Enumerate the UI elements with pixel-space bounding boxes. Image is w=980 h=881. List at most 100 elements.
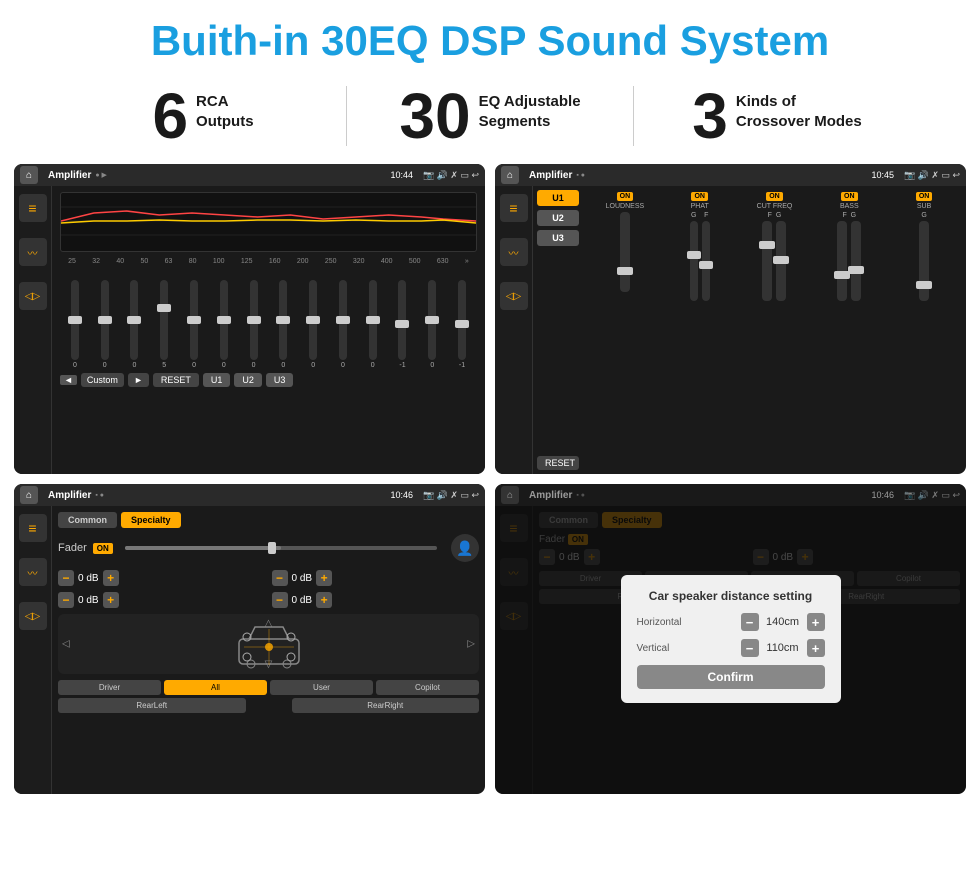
time-2: 10:45: [871, 170, 894, 180]
ch-phat-slider-f[interactable]: [702, 221, 710, 301]
fader-header: Fader ON 👤: [58, 534, 479, 562]
time-3: 10:46: [390, 490, 413, 500]
eq-vol-btn[interactable]: ◁▷: [19, 282, 47, 310]
plus-bottomleft[interactable]: +: [103, 592, 119, 608]
dialog-row-vertical: Vertical − 110cm +: [637, 639, 825, 657]
ch-sub-on[interactable]: ON: [916, 192, 933, 201]
eq-graph: [60, 192, 477, 252]
fader-wave-btn[interactable]: 〰: [19, 558, 47, 586]
btn-rearleft[interactable]: RearLeft: [58, 698, 246, 713]
screens-grid: ⌂ Amplifier ● ▶ 10:44 📷 🔊 ✗ ▭ ↩ ≡ 〰 ◁▷: [0, 160, 980, 804]
amp-wave-btn[interactable]: 〰: [500, 238, 528, 266]
amp-preset-btn[interactable]: ≡: [500, 194, 528, 222]
dialog-box: Car speaker distance setting Horizontal …: [621, 575, 841, 703]
btn-copilot[interactable]: Copilot: [376, 680, 479, 695]
dialog-confirm-btn[interactable]: Confirm: [637, 665, 825, 689]
stat-number-rca: 6: [152, 84, 188, 148]
ch-phat-slider-g[interactable]: [690, 221, 698, 301]
minus-topright[interactable]: −: [272, 570, 288, 586]
time-1: 10:44: [390, 170, 413, 180]
stat-rca: 6 RCAOutputs: [60, 84, 346, 148]
amp-vol-btn[interactable]: ◁▷: [500, 282, 528, 310]
status-dot-2: ▪ ●: [576, 172, 585, 179]
eq-sliders: 0 0 0 5 0: [60, 269, 477, 369]
dialog-horizontal-minus[interactable]: −: [741, 613, 759, 631]
preset-u2[interactable]: U2: [537, 210, 579, 226]
ch-phat-on[interactable]: ON: [691, 192, 708, 201]
eq-prev-btn[interactable]: ◄: [60, 375, 77, 385]
dialog-vertical-label: Vertical: [637, 643, 670, 654]
preset-u3[interactable]: U3: [537, 230, 579, 246]
stat-crossover: 3 Kinds ofCrossover Modes: [634, 84, 920, 148]
ch-cutfreq-slider[interactable]: [762, 221, 772, 301]
home-icon-1[interactable]: ⌂: [20, 166, 38, 184]
amp-screen2: ⌂ Amplifier ▪ ● 10:45 📷 🔊 ✗ ▭ ↩ ≡ 〰 ◁▷ U…: [495, 164, 966, 474]
eq-preset-btn[interactable]: ≡: [19, 194, 47, 222]
ch-bass-slider[interactable]: [837, 221, 847, 301]
amp-presets: U1 U2 U3 RESET: [533, 186, 583, 474]
fader-main: Common Specialty Fader ON 👤: [52, 506, 485, 794]
eq-wave-btn[interactable]: 〰: [19, 238, 47, 266]
slider-col-8: 0: [279, 280, 287, 369]
dialog-vertical-ctrl: − 110cm +: [741, 639, 825, 657]
stat-label-crossover: Kinds ofCrossover Modes: [736, 84, 862, 131]
slider-col-11: 0: [369, 280, 377, 369]
fader-screen: ⌂ Amplifier ▪ ● 10:46 📷 🔊 ✗ ▭ ↩ ≡ 〰 ◁▷ C…: [14, 484, 485, 794]
vol-bottomright: − 0 dB +: [272, 592, 480, 608]
vol-bottomleft: − 0 dB +: [58, 592, 266, 608]
channel-grid: ON LOUDNESS ON PHAT G F: [587, 190, 962, 303]
ch-loudness-on[interactable]: ON: [617, 192, 634, 201]
stat-eq: 30 EQ AdjustableSegments: [347, 84, 633, 148]
home-icon-3[interactable]: ⌂: [20, 486, 38, 504]
minus-bottomright[interactable]: −: [272, 592, 288, 608]
eq-next-btn[interactable]: ►: [128, 373, 149, 387]
fader-preset-btn[interactable]: ≡: [19, 514, 47, 542]
stat-number-eq: 30: [399, 84, 470, 148]
dialog-title: Car speaker distance setting: [637, 589, 825, 603]
vol-val-bottomleft: 0 dB: [78, 595, 99, 606]
ch-loudness-slider[interactable]: [620, 212, 630, 292]
dialog-horizontal-plus[interactable]: +: [807, 613, 825, 631]
eq-u1-btn[interactable]: U1: [203, 373, 231, 387]
vol-val-bottomright: 0 dB: [292, 595, 313, 606]
slider-col-6: 0: [220, 280, 228, 369]
slider-col-5: 0: [190, 280, 198, 369]
slider-col-13: 0: [428, 280, 436, 369]
vol-topleft: − 0 dB +: [58, 570, 266, 586]
ch-bass-slider2[interactable]: [851, 221, 861, 301]
eq-reset-btn[interactable]: RESET: [153, 373, 199, 387]
eq-main: 2532405063 80100125160200 25032040050063…: [52, 186, 485, 474]
ch-bass-on[interactable]: ON: [841, 192, 858, 201]
btn-rearright[interactable]: RearRight: [292, 698, 480, 713]
btn-driver[interactable]: Driver: [58, 680, 161, 695]
tab-specialty[interactable]: Specialty: [121, 512, 181, 528]
eq-u2-btn[interactable]: U2: [234, 373, 262, 387]
minus-topleft[interactable]: −: [58, 570, 74, 586]
home-icon-2[interactable]: ⌂: [501, 166, 519, 184]
btn-user[interactable]: User: [270, 680, 373, 695]
slider-col-9: 0: [309, 280, 317, 369]
minus-bottomleft[interactable]: −: [58, 592, 74, 608]
slider-col-2: 0: [101, 280, 109, 369]
amp-reset-btn[interactable]: RESET: [537, 456, 579, 470]
plus-topright[interactable]: +: [316, 570, 332, 586]
dialog-vertical-plus[interactable]: +: [807, 639, 825, 657]
fader-vol-btn[interactable]: ◁▷: [19, 602, 47, 630]
plus-bottomright[interactable]: +: [316, 592, 332, 608]
tab-common[interactable]: Common: [58, 512, 117, 528]
dialog-vertical-minus[interactable]: −: [741, 639, 759, 657]
preset-u1[interactable]: U1: [537, 190, 579, 206]
fader-on-badge[interactable]: ON: [93, 543, 113, 554]
ch-sub-slider[interactable]: [919, 221, 929, 301]
btn-all[interactable]: All: [164, 680, 267, 695]
eq-custom-btn[interactable]: Custom: [81, 373, 124, 387]
stat-number-crossover: 3: [692, 84, 728, 148]
ch-cutfreq-slider2[interactable]: [776, 221, 786, 301]
ch-cutfreq-on[interactable]: ON: [766, 192, 783, 201]
eq-u3-btn[interactable]: U3: [266, 373, 294, 387]
dialog-horizontal-value: 140cm: [763, 616, 803, 628]
plus-topleft[interactable]: +: [103, 570, 119, 586]
status-dot-3: ▪ ●: [95, 492, 104, 499]
slider-col-10: 0: [339, 280, 347, 369]
status-dot-1: ● ▶: [95, 171, 107, 179]
